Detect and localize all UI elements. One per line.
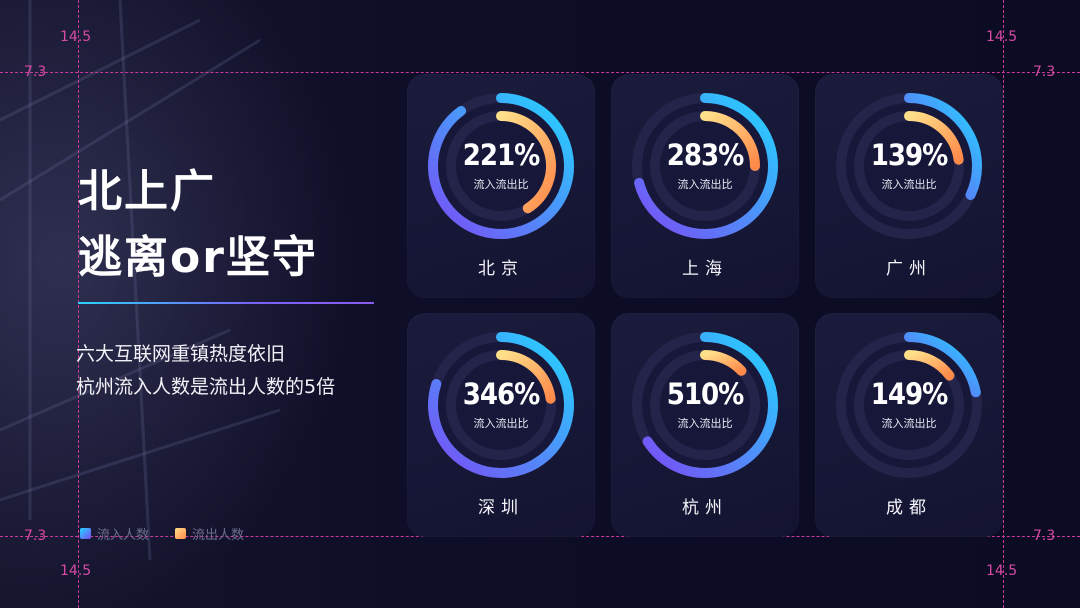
ratio-caption: 流入流出比 [473,417,529,430]
guide-label-top-left: 14.5 [60,29,92,45]
subtitle-line-1: 六大互联网重镇热度依旧 [76,343,286,365]
city-card: 283% 流入流出比上海 [611,74,799,298]
city-name: 深圳 [478,498,524,518]
guide-line-right [1003,0,1004,608]
legend-item-inflow: 流入人数 [80,524,149,543]
ratio-value: 510% [666,377,745,411]
legend-swatch-inflow [80,528,91,539]
legend: 流入人数 流出人数 [80,524,244,543]
guide-line-left [78,0,79,608]
subtitle-line-2: 杭州流入人数是流出人数的5倍 [76,376,336,398]
guide-label-left-bottom: 7.3 [24,528,47,544]
ratio-caption: 流入流出比 [677,178,733,191]
legend-label-inflow: 流入人数 [97,528,150,543]
ratio-value: 139% [870,138,949,172]
city-name: 上海 [682,259,728,279]
ratio-value: 221% [462,138,541,172]
legend-swatch-outflow [175,528,187,539]
city-name: 杭州 [682,498,728,518]
headline-divider [78,302,374,304]
guide-label-bottom-left: 14.5 [60,563,92,579]
headline-line-2: 逃离or坚守 [78,232,318,283]
city-card: 510% 流入流出比杭州 [611,313,799,537]
city-name: 广州 [886,259,932,279]
guide-label-right-bottom: 7.3 [1033,528,1056,544]
legend-item-outflow: 流出人数 [175,524,244,543]
city-card: 221% 流入流出比北京 [407,74,595,298]
city-name: 成都 [886,498,932,518]
guide-line-top [0,72,1080,73]
ratio-value: 149% [870,377,949,411]
ratio-value: 346% [462,377,541,411]
city-card: 149% 流入流出比成都 [815,313,1003,537]
ratio-caption: 流入流出比 [677,417,733,430]
ratio-caption: 流入流出比 [881,417,937,430]
ratio-caption: 流入流出比 [473,178,529,191]
guide-label-right-top: 7.3 [1033,64,1056,80]
legend-label-outflow: 流出人数 [192,528,245,543]
city-name: 北京 [478,259,524,279]
guide-label-top-right: 14.5 [986,29,1018,45]
city-card: 346% 流入流出比深圳 [407,313,595,537]
city-card: 139% 流入流出比广州 [815,74,1003,298]
guide-label-left-top: 7.3 [24,64,47,80]
ratio-caption: 流入流出比 [881,178,937,191]
ratio-value: 283% [666,138,745,172]
headline-line-1: 北上广 [78,166,216,217]
guide-label-bottom-right: 14.5 [986,563,1018,579]
